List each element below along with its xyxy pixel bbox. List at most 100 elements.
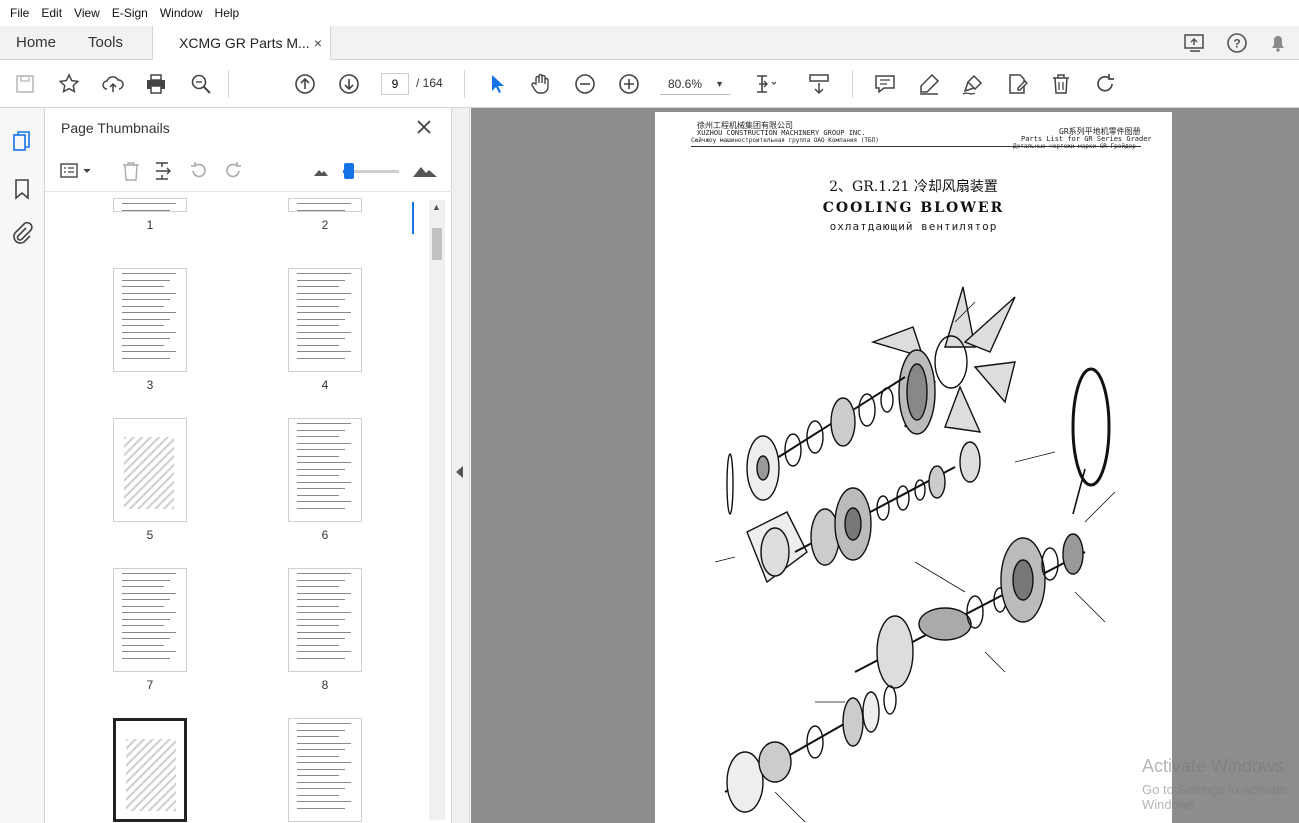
- zoom-search-icon[interactable]: [188, 71, 214, 97]
- section-title-en: COOLING BLOWER: [822, 200, 1005, 216]
- thumbnail-line: [122, 273, 176, 274]
- home-tab[interactable]: Home: [16, 26, 56, 60]
- scroll-mode-icon[interactable]: [806, 71, 832, 97]
- toolbar-divider: [852, 70, 853, 98]
- thumbnail-line: [297, 742, 351, 744]
- menu-esign[interactable]: E-Sign: [106, 0, 154, 26]
- select-cursor-icon[interactable]: [484, 71, 510, 97]
- zoom-level-select[interactable]: 80.6% ▼: [660, 73, 730, 95]
- thumbnail-line: [297, 462, 351, 463]
- page-thumbnail[interactable]: [288, 198, 362, 212]
- notifications-bell-icon[interactable]: [1265, 30, 1291, 56]
- upload-cloud-icon[interactable]: [100, 71, 126, 97]
- next-page-icon[interactable]: [336, 71, 362, 97]
- print-icon[interactable]: [143, 71, 169, 97]
- thumbnail-line: [122, 579, 170, 581]
- zoom-out-icon[interactable]: [572, 71, 598, 97]
- page-thumbnails-icon[interactable]: [9, 128, 35, 154]
- navigation-rail: [0, 108, 45, 823]
- small-mountain-icon: [309, 159, 333, 183]
- hand-tool-icon[interactable]: [528, 71, 554, 97]
- highlight-pen-icon[interactable]: [916, 71, 942, 97]
- thumbnail-label: 6: [321, 528, 329, 542]
- thumbnail-label: 7: [146, 678, 154, 692]
- header-rule: [691, 146, 1141, 147]
- thumbnail-line: [297, 455, 339, 457]
- thumbnail-label: 8: [321, 678, 329, 692]
- slider-knob[interactable]: [343, 163, 354, 179]
- page-thumbnail[interactable]: [288, 568, 362, 672]
- menu-help[interactable]: Help: [209, 0, 246, 26]
- attachments-paperclip-icon[interactable]: [9, 220, 35, 246]
- menu-file[interactable]: File: [4, 0, 35, 26]
- comment-icon[interactable]: [872, 71, 898, 97]
- thumbnail-line: [122, 644, 164, 646]
- rotate-left-icon[interactable]: [187, 159, 211, 183]
- menu-window[interactable]: Window: [154, 0, 209, 26]
- page-thumbnail[interactable]: [113, 198, 187, 212]
- thumbnail-size-slider[interactable]: [343, 163, 399, 179]
- thumbnail-line: [122, 351, 176, 352]
- scrollbar-thumb[interactable]: [432, 228, 442, 260]
- tools-tab[interactable]: Tools: [88, 26, 123, 60]
- document-tab[interactable]: XCMG GR Parts M... ×: [152, 26, 331, 60]
- menu-edit[interactable]: Edit: [35, 0, 68, 26]
- vertical-scrollbar[interactable]: ▲: [429, 200, 445, 820]
- collapse-arrow-icon[interactable]: [456, 466, 463, 478]
- thumbnail-line: [297, 436, 339, 437]
- page-thumbnail[interactable]: [288, 418, 362, 522]
- thumbnail-line: [122, 312, 176, 313]
- page-thumbnail[interactable]: [288, 718, 362, 822]
- thumbnail-line: [297, 442, 351, 444]
- zoom-in-icon[interactable]: [616, 71, 642, 97]
- bookmark-star-icon[interactable]: [56, 71, 82, 97]
- thumbnail-list: 12345678910: [45, 198, 431, 823]
- close-panel-icon[interactable]: [413, 116, 435, 138]
- rotate-redo-icon[interactable]: [1092, 71, 1118, 97]
- page-thumbnail[interactable]: [288, 268, 362, 372]
- fit-page-icon[interactable]: [752, 71, 778, 97]
- share-screen-icon[interactable]: [1182, 30, 1208, 56]
- thumbnail-line: [122, 299, 170, 300]
- rotate-right-icon[interactable]: [221, 159, 245, 183]
- thumbnail-line: [297, 638, 345, 639]
- close-tab-icon[interactable]: ×: [314, 26, 322, 60]
- delete-trash-icon[interactable]: [1048, 71, 1074, 97]
- thumbnail-line: [297, 325, 339, 326]
- thumbnail-line: [122, 625, 164, 626]
- thumbnail-line: [297, 644, 339, 646]
- thumbnail-line: [297, 338, 345, 339]
- document-viewport[interactable]: 徐州工程机械集团有限公司 XUZHOU CONSTRUCTION MACHINE…: [471, 108, 1299, 823]
- thumbnail-line: [122, 638, 170, 639]
- thumbnail-label: 2: [321, 218, 329, 232]
- thumbnail-line: [297, 762, 351, 763]
- page-thumbnail[interactable]: [113, 568, 187, 672]
- sign-pen-icon[interactable]: [960, 71, 986, 97]
- save-icon[interactable]: [12, 71, 38, 97]
- thumbnail-line: [297, 209, 345, 211]
- thumbnail-label: 4: [321, 378, 329, 392]
- previous-page-icon[interactable]: [292, 71, 318, 97]
- thumbnail-line: [297, 651, 351, 652]
- thumbnail-line: [122, 292, 176, 294]
- page-thumbnail[interactable]: [113, 418, 187, 522]
- page-thumbnail[interactable]: [113, 718, 187, 822]
- page-number-input[interactable]: [381, 73, 409, 95]
- zoom-level-value: 80.6%: [668, 77, 703, 91]
- insert-page-icon[interactable]: [153, 159, 177, 183]
- header-series-en: Parts List for GR Series Grader: [1021, 135, 1152, 143]
- thumbnail-options-icon[interactable]: [59, 159, 97, 183]
- edit-document-icon[interactable]: [1004, 71, 1030, 97]
- help-icon[interactable]: ?: [1224, 30, 1250, 56]
- thumbnail-line: [297, 599, 345, 600]
- delete-page-icon[interactable]: [119, 159, 143, 183]
- bookmarks-icon[interactable]: [9, 176, 35, 202]
- scroll-up-icon[interactable]: ▲: [432, 202, 441, 212]
- thumbnails-panel: Page Thumbnails 12345678910: [45, 108, 452, 823]
- page-thumbnail[interactable]: [113, 268, 187, 372]
- thumbnail-line: [297, 273, 351, 274]
- chevron-down-icon: ▼: [715, 79, 724, 89]
- panel-splitter[interactable]: [452, 108, 470, 823]
- menu-view[interactable]: View: [68, 0, 106, 26]
- thumbnail-line: [297, 605, 339, 607]
